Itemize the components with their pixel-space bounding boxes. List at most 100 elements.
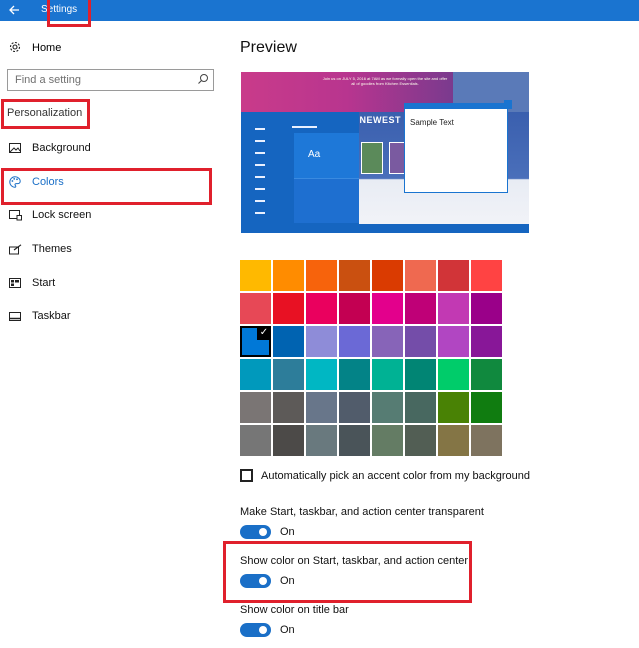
title-bar-color-toggle-row[interactable]: On xyxy=(240,623,295,637)
accent-color-swatch[interactable] xyxy=(405,260,436,291)
accent-color-swatch[interactable] xyxy=(306,392,337,423)
transparency-toggle[interactable] xyxy=(240,525,271,539)
transparency-toggle-row[interactable]: On xyxy=(240,525,295,539)
accent-color-swatch[interactable] xyxy=(306,260,337,291)
accent-color-swatch[interactable] xyxy=(273,392,304,423)
accent-color-swatch[interactable] xyxy=(471,425,502,456)
accent-color-swatch[interactable] xyxy=(240,293,271,324)
accent-color-swatch[interactable] xyxy=(273,359,304,390)
auto-pick-row[interactable]: Automatically pick an accent color from … xyxy=(240,469,530,482)
accent-color-swatch[interactable] xyxy=(273,293,304,324)
transparency-state: On xyxy=(280,526,295,538)
checkmark-icon: ✓ xyxy=(257,326,271,340)
accent-color-swatch[interactable] xyxy=(405,326,436,357)
accent-color-swatch[interactable] xyxy=(372,293,403,324)
accent-color-swatch[interactable] xyxy=(240,425,271,456)
transparency-label: Make Start, taskbar, and action center t… xyxy=(240,506,484,518)
accent-color-swatch[interactable] xyxy=(471,392,502,423)
show-color-start-toggle[interactable] xyxy=(240,574,271,588)
section-label-personalization: Personalization xyxy=(7,107,83,119)
preview-sample-text: Sample Text xyxy=(410,118,454,127)
highlight-box-show-color xyxy=(223,541,472,603)
sidebar-item-background[interactable]: Background xyxy=(8,137,91,159)
accent-color-swatch[interactable] xyxy=(306,359,337,390)
sidebar-item-lock-screen[interactable]: Lock screen xyxy=(8,204,91,226)
accent-color-swatch[interactable] xyxy=(438,260,469,291)
accent-color-swatch[interactable] xyxy=(405,359,436,390)
show-color-start-label: Show color on Start, taskbar, and action… xyxy=(240,555,469,567)
title-bar-color-state: On xyxy=(280,624,295,636)
accent-color-swatch[interactable] xyxy=(471,293,502,324)
taskbar-icon xyxy=(8,309,22,323)
accent-color-swatch[interactable] xyxy=(339,359,370,390)
accent-color-swatch[interactable] xyxy=(306,326,337,357)
accent-color-swatch[interactable] xyxy=(471,326,502,357)
lock-screen-icon xyxy=(8,208,22,222)
preview-menu-bar xyxy=(292,126,317,128)
accent-color-swatch[interactable] xyxy=(273,326,304,357)
sidebar-item-themes[interactable]: Themes xyxy=(8,238,72,260)
accent-color-swatch[interactable] xyxy=(471,359,502,390)
accent-color-swatch[interactable] xyxy=(339,260,370,291)
accent-color-swatch[interactable] xyxy=(339,392,370,423)
sidebar-item-label: Themes xyxy=(32,243,72,255)
arrow-left-icon xyxy=(8,5,19,15)
accent-color-swatch[interactable] xyxy=(438,326,469,357)
accent-color-swatch[interactable] xyxy=(372,425,403,456)
accent-color-swatch[interactable] xyxy=(273,260,304,291)
sidebar-item-start[interactable]: Start xyxy=(8,272,55,294)
sidebar-item-label: Taskbar xyxy=(32,310,71,322)
accent-color-swatch[interactable] xyxy=(438,425,469,456)
sidebar-item-label: Colors xyxy=(32,176,64,188)
accent-color-swatch[interactable] xyxy=(372,392,403,423)
accent-color-swatch[interactable] xyxy=(339,425,370,456)
accent-color-swatch[interactable] xyxy=(372,359,403,390)
accent-color-swatch[interactable] xyxy=(438,293,469,324)
accent-color-swatch[interactable] xyxy=(438,359,469,390)
sidebar-item-colors[interactable]: Colors xyxy=(8,171,64,193)
accent-color-swatch[interactable] xyxy=(306,293,337,324)
accent-color-swatch[interactable] xyxy=(438,392,469,423)
search-box[interactable] xyxy=(7,69,214,91)
accent-color-swatch[interactable] xyxy=(471,260,502,291)
accent-color-swatch[interactable] xyxy=(405,425,436,456)
search-input[interactable] xyxy=(8,70,188,90)
accent-color-swatch[interactable]: ✓ xyxy=(240,326,271,357)
palette-icon xyxy=(8,175,22,189)
picture-icon xyxy=(8,141,22,155)
show-color-start-toggle-row[interactable]: On xyxy=(240,574,295,588)
preview-banner-text: Join us on JULY 5, 2016 at 7AM as we for… xyxy=(322,76,448,86)
preview-tile-grid xyxy=(294,178,359,223)
back-button[interactable] xyxy=(4,2,24,19)
accent-color-swatch[interactable] xyxy=(240,260,271,291)
preview-start-list xyxy=(255,128,265,224)
gear-icon xyxy=(8,41,22,56)
start-icon xyxy=(8,276,22,290)
nav-home[interactable]: Home xyxy=(8,38,61,58)
preview-tile-big: Aa xyxy=(294,133,359,223)
accent-color-swatch[interactable] xyxy=(273,425,304,456)
toggle-knob xyxy=(259,626,267,634)
sidebar-item-label: Background xyxy=(32,142,91,154)
toggle-knob xyxy=(259,528,267,536)
sidebar-item-label: Start xyxy=(32,277,56,289)
auto-pick-checkbox[interactable] xyxy=(240,469,253,482)
accent-color-swatch[interactable] xyxy=(240,392,271,423)
window-title: Settings xyxy=(41,4,78,15)
accent-color-swatch[interactable] xyxy=(372,260,403,291)
accent-color-swatch[interactable] xyxy=(240,359,271,390)
accent-color-swatch[interactable] xyxy=(405,293,436,324)
search-icon xyxy=(198,74,208,84)
sidebar-item-taskbar[interactable]: Taskbar xyxy=(8,305,71,327)
accent-color-swatch[interactable] xyxy=(306,425,337,456)
sidebar-item-label: Lock screen xyxy=(32,209,92,221)
accent-color-swatch[interactable] xyxy=(372,326,403,357)
preview-window-tab xyxy=(504,100,512,109)
title-bar-color-toggle[interactable] xyxy=(240,623,271,637)
accent-color-swatch[interactable] xyxy=(339,293,370,324)
accent-color-swatch[interactable] xyxy=(405,392,436,423)
page-title: Preview xyxy=(240,39,297,56)
show-color-start-state: On xyxy=(280,575,295,587)
accent-color-swatch[interactable] xyxy=(339,326,370,357)
title-bar: Settings xyxy=(0,0,639,21)
